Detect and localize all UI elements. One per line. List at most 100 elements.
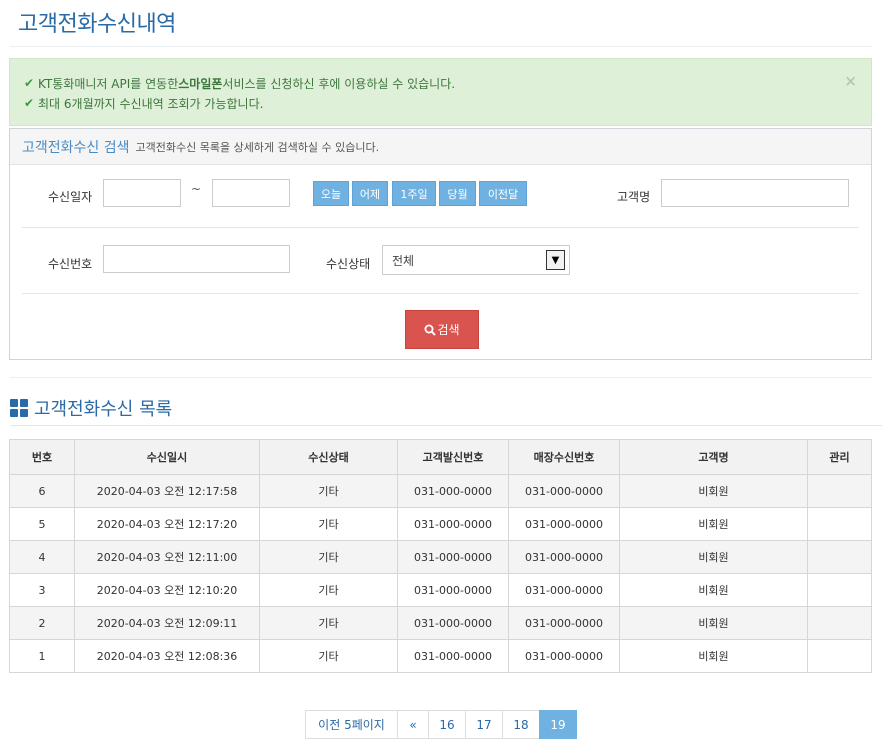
prev-5-pages-button[interactable]: 이전 5페이지 xyxy=(305,710,398,739)
table-row[interactable]: 1 2020-04-03 오전 12:08:36 기타 031-000-0000… xyxy=(9,639,872,673)
cell-no: 3 xyxy=(9,573,75,607)
cell-customer-name: 비회원 xyxy=(619,606,808,640)
search-panel-header: 고객전화수신 검색 고객전화수신 목록을 상세하게 검색하실 수 있습니다. xyxy=(10,129,871,165)
cell-customer-name: 비회원 xyxy=(619,540,808,574)
cell-store-number: 031-000-0000 xyxy=(508,639,620,673)
this-month-button[interactable]: 당월 xyxy=(439,181,476,206)
cell-datetime: 2020-04-03 오전 12:10:20 xyxy=(74,573,260,607)
yesterday-button[interactable]: 어제 xyxy=(352,181,388,206)
customer-name-input[interactable] xyxy=(661,179,849,207)
cell-datetime: 2020-04-03 오전 12:08:36 xyxy=(74,639,260,673)
cell-no: 5 xyxy=(9,507,75,541)
cell-status: 기타 xyxy=(259,639,398,673)
table-row[interactable]: 6 2020-04-03 오전 12:17:58 기타 031-000-0000… xyxy=(9,474,872,508)
chevron-down-icon[interactable]: ▼ xyxy=(546,250,565,270)
status-select[interactable]: 전체 ▼ xyxy=(382,245,570,275)
page-18-button[interactable]: 18 xyxy=(502,710,540,739)
date-from-input[interactable] xyxy=(103,179,181,207)
alert-line-1-bold: 스마일폰 xyxy=(178,76,223,91)
search-button-label: 검색 xyxy=(437,323,460,337)
cell-caller-number: 031-000-0000 xyxy=(397,507,509,541)
section-divider xyxy=(10,377,872,378)
cell-no: 2 xyxy=(9,606,75,640)
col-header-no: 번호 xyxy=(9,439,75,475)
list-title-text: 고객전화수신 목록 xyxy=(34,399,173,420)
page-16-button[interactable]: 16 xyxy=(428,710,466,739)
last-month-button[interactable]: 이전달 xyxy=(479,181,527,206)
search-icon xyxy=(424,324,437,336)
list-title: 고객전화수신 목록 xyxy=(10,395,172,421)
table-row[interactable]: 2 2020-04-03 오전 12:09:11 기타 031-000-0000… xyxy=(9,606,872,640)
call-list-table: 번호 수신일시 수신상태 고객발신번호 매장수신번호 고객명 관리 6 2020… xyxy=(9,439,872,673)
status-selected-value: 전체 xyxy=(392,253,415,268)
cell-store-number: 031-000-0000 xyxy=(508,540,620,574)
alert-line-1-pre: KT통화매니저 API를 연동한 xyxy=(38,76,179,91)
table-row[interactable]: 4 2020-04-03 오전 12:11:00 기타 031-000-0000… xyxy=(9,540,872,574)
cell-caller-number: 031-000-0000 xyxy=(397,606,509,640)
col-header-caller-number: 고객발신번호 xyxy=(397,439,509,475)
col-header-store-number: 매장수신번호 xyxy=(508,439,620,475)
first-page-button[interactable]: « xyxy=(397,710,429,739)
search-panel-title: 고객전화수신 검색 xyxy=(22,139,130,156)
cell-manage xyxy=(807,474,872,508)
title-divider xyxy=(10,46,872,47)
row-divider xyxy=(22,227,859,228)
today-button[interactable]: 오늘 xyxy=(313,181,349,206)
cell-caller-number: 031-000-0000 xyxy=(397,474,509,508)
cell-datetime: 2020-04-03 오전 12:17:58 xyxy=(74,474,260,508)
cell-customer-name: 비회원 xyxy=(619,507,808,541)
table-header-row: 번호 수신일시 수신상태 고객발신번호 매장수신번호 고객명 관리 xyxy=(9,439,872,475)
page-17-button[interactable]: 17 xyxy=(465,710,503,739)
number-input[interactable] xyxy=(103,245,290,273)
cell-no: 6 xyxy=(9,474,75,508)
date-tilde: ~ xyxy=(191,182,202,196)
cell-datetime: 2020-04-03 오전 12:09:11 xyxy=(74,606,260,640)
status-label: 수신상태 xyxy=(326,257,371,271)
col-header-manage: 관리 xyxy=(807,439,872,475)
one-week-button[interactable]: 1주일 xyxy=(392,181,436,206)
cell-manage xyxy=(807,606,872,640)
alert-line-1: ✔ KT통화매니저 API를 연동한 스마일폰 서비스를 신청하신 후에 이용하… xyxy=(24,73,857,93)
cell-store-number: 031-000-0000 xyxy=(508,573,620,607)
cell-caller-number: 031-000-0000 xyxy=(397,573,509,607)
cell-manage xyxy=(807,639,872,673)
col-header-status: 수신상태 xyxy=(259,439,398,475)
cell-manage xyxy=(807,507,872,541)
number-label: 수신번호 xyxy=(48,257,93,271)
cell-manage xyxy=(807,540,872,574)
alert-line-2: ✔ 최대 6개월까지 수신내역 조회가 가능합니다. xyxy=(24,93,857,113)
cell-datetime: 2020-04-03 오전 12:17:20 xyxy=(74,507,260,541)
table-row[interactable]: 5 2020-04-03 오전 12:17:20 기타 031-000-0000… xyxy=(9,507,872,541)
cell-no: 1 xyxy=(9,639,75,673)
cell-store-number: 031-000-0000 xyxy=(508,606,620,640)
cell-no: 4 xyxy=(9,540,75,574)
list-divider xyxy=(10,425,882,426)
cell-caller-number: 031-000-0000 xyxy=(397,540,509,574)
check-icon: ✔ xyxy=(24,96,35,110)
table-row[interactable]: 3 2020-04-03 오전 12:10:20 기타 031-000-0000… xyxy=(9,573,872,607)
cell-customer-name: 비회원 xyxy=(619,573,808,607)
cell-customer-name: 비회원 xyxy=(619,474,808,508)
pagination: 이전 5페이지 « 16 17 18 19 xyxy=(305,710,577,739)
search-panel-desc: 고객전화수신 목록을 상세하게 검색하실 수 있습니다. xyxy=(135,140,380,154)
cell-store-number: 031-000-0000 xyxy=(508,474,620,508)
cell-caller-number: 031-000-0000 xyxy=(397,639,509,673)
date-to-input[interactable] xyxy=(212,179,290,207)
check-icon: ✔ xyxy=(24,76,35,90)
cell-status: 기타 xyxy=(259,507,398,541)
cell-manage xyxy=(807,573,872,607)
cell-status: 기타 xyxy=(259,606,398,640)
page-title: 고객전화수신내역 xyxy=(18,12,176,37)
page-19-button[interactable]: 19 xyxy=(539,710,577,739)
search-button[interactable]: 검색 xyxy=(405,310,479,349)
search-panel: 고객전화수신 검색 고객전화수신 목록을 상세하게 검색하실 수 있습니다. 수… xyxy=(9,128,872,360)
alert-line-2-text: 최대 6개월까지 수신내역 조회가 가능합니다. xyxy=(38,96,264,111)
grid-icon xyxy=(10,399,28,417)
row-divider xyxy=(22,293,859,294)
close-icon[interactable]: × xyxy=(844,72,857,90)
customer-name-label: 고객명 xyxy=(617,190,651,204)
date-label: 수신일자 xyxy=(48,190,93,204)
cell-datetime: 2020-04-03 오전 12:11:00 xyxy=(74,540,260,574)
cell-status: 기타 xyxy=(259,474,398,508)
cell-status: 기타 xyxy=(259,573,398,607)
